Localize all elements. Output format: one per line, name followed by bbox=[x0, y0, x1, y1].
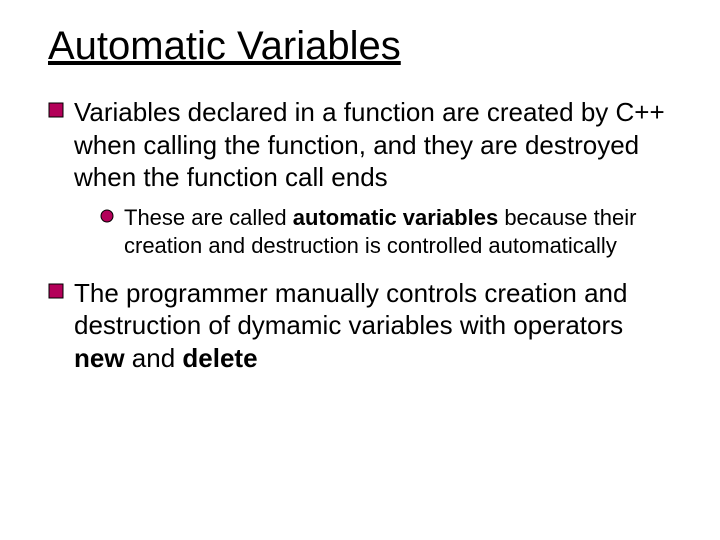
bullet-level2: These are called automatic variables bec… bbox=[100, 204, 680, 261]
text-bold: automatic variables bbox=[293, 205, 498, 230]
bullet-text: These are called automatic variables bec… bbox=[124, 204, 680, 261]
text-bold: new bbox=[74, 343, 125, 373]
text-run: These are called bbox=[124, 205, 293, 230]
text-run: The programmer manually controls creatio… bbox=[74, 278, 627, 341]
bullet-level1: Variables declared in a function are cre… bbox=[48, 96, 680, 194]
circle-bullet-icon bbox=[100, 209, 124, 223]
square-bullet-icon bbox=[48, 102, 74, 118]
square-bullet-icon bbox=[48, 283, 74, 299]
text-bold: delete bbox=[182, 343, 257, 373]
bullet-text: Variables declared in a function are cre… bbox=[74, 96, 680, 194]
slide: Automatic Variables Variables declared i… bbox=[0, 0, 720, 540]
bullet-level1: The programmer manually controls creatio… bbox=[48, 277, 680, 375]
bullet-text: The programmer manually controls creatio… bbox=[74, 277, 680, 375]
text-run: and bbox=[125, 343, 183, 373]
slide-title: Automatic Variables bbox=[48, 24, 680, 68]
